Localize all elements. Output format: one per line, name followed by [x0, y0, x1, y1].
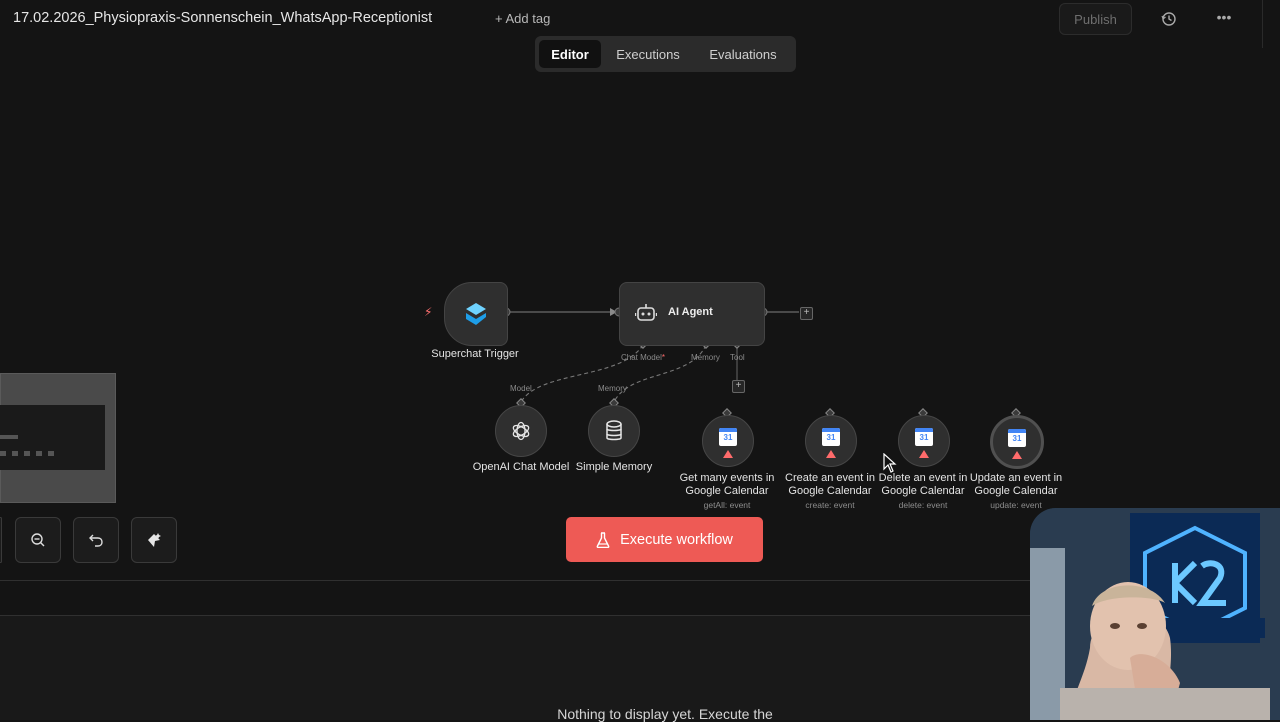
port-label-memory-node: Memory [598, 384, 627, 393]
robot-icon [635, 304, 657, 321]
openai-chat-model-node[interactable] [495, 405, 547, 457]
bolt-icon: ⚡ [424, 305, 433, 319]
ai-agent-label: AI Agent [668, 306, 713, 318]
add-node-button[interactable]: + [800, 307, 813, 320]
google-calendar-icon: 31 [719, 428, 737, 446]
warning-icon [919, 450, 929, 458]
zoom-in-button[interactable] [0, 517, 2, 563]
port-label-chat-model: Chat Model* [621, 353, 666, 362]
superchat-icon [466, 303, 486, 325]
superchat-trigger-node[interactable] [444, 282, 508, 346]
simple-memory-label: Simple Memory [575, 461, 653, 473]
mouse-cursor-icon [883, 453, 897, 473]
trigger-label: Superchat Trigger [431, 348, 519, 360]
zoom-out-button[interactable] [15, 517, 61, 563]
execute-workflow-button[interactable]: Execute workflow [566, 517, 763, 562]
flask-icon [596, 531, 610, 548]
tool-label: Get many events in Google Calendar [679, 472, 775, 497]
simple-memory-node[interactable] [588, 405, 640, 457]
minimap-viewport [0, 405, 105, 470]
tidy-up-icon [148, 533, 161, 547]
undo-icon [89, 534, 103, 547]
google-calendar-icon: 31 [1008, 429, 1026, 447]
tool-sub: getAll: event [703, 500, 751, 510]
google-calendar-icon: 31 [915, 428, 933, 446]
warning-icon [826, 450, 836, 458]
get-many-events-node[interactable]: 31 [702, 415, 754, 467]
zoom-out-icon [31, 533, 45, 547]
execute-workflow-label: Execute workflow [620, 531, 733, 548]
delete-event-node[interactable]: 31 [898, 415, 950, 467]
tool-label: Update an event in Google Calendar [969, 472, 1063, 497]
add-tool-button[interactable]: + [732, 380, 745, 393]
undo-button[interactable] [73, 517, 119, 563]
port-label-memory: Memory [691, 353, 720, 362]
port-label-model: Model [510, 384, 532, 393]
webcam-image [1030, 508, 1280, 720]
database-icon [606, 420, 622, 441]
google-calendar-icon: 31 [822, 428, 840, 446]
warning-icon [723, 450, 733, 458]
update-event-node[interactable]: 31 [990, 415, 1044, 469]
warning-icon [1012, 451, 1022, 459]
openai-icon [512, 421, 530, 441]
port-label-tool: Tool [730, 353, 745, 362]
create-event-node[interactable]: 31 [805, 415, 857, 467]
tidy-up-button[interactable] [131, 517, 177, 563]
webcam-overlay [1030, 508, 1280, 720]
